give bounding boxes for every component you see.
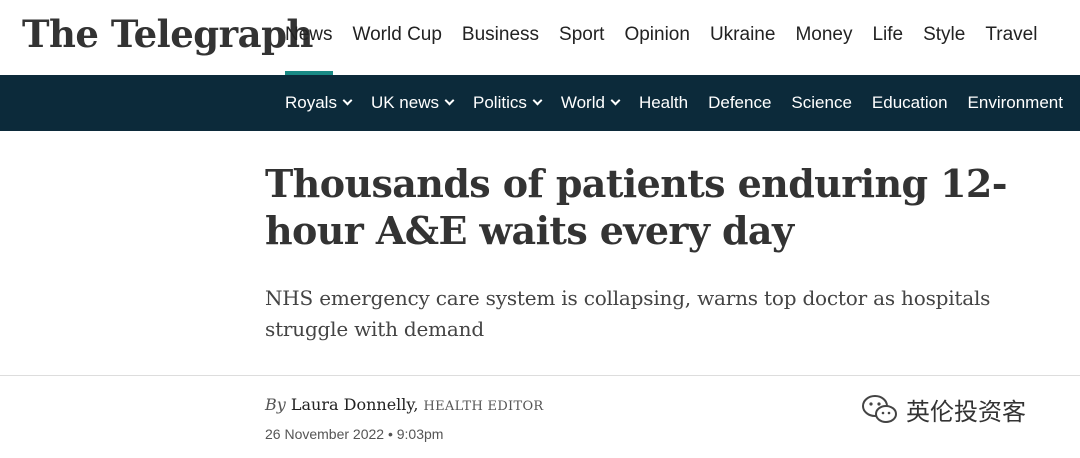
subnav-label: World (560, 93, 605, 112)
top-header: The Telegraph News World Cup Business Sp… (0, 0, 1080, 75)
nav-item-opinion[interactable]: Opinion (614, 0, 700, 75)
chevron-down-icon (444, 95, 455, 106)
chevron-down-icon (532, 95, 543, 106)
nav-item-money[interactable]: Money (785, 0, 862, 75)
author-role: HEALTH EDITOR (423, 399, 544, 414)
chevron-down-icon (610, 95, 621, 106)
subnav-label: Royals (285, 93, 337, 112)
subnav-item-uk-news[interactable]: UK news (361, 75, 463, 131)
byline-prefix: By (265, 395, 286, 414)
subnav-item-royals[interactable]: Royals (285, 75, 361, 131)
sub-nav-bar: Royals UK news Politics World Health Def… (0, 75, 1080, 131)
subnav-item-health[interactable]: Health (629, 75, 698, 131)
subnav-item-politics[interactable]: Politics (463, 75, 551, 131)
watermark: 英伦投资客 (860, 392, 1026, 427)
chevron-down-icon (342, 95, 353, 106)
nav-item-business[interactable]: Business (452, 0, 549, 75)
sub-nav: Royals UK news Politics World Health Def… (285, 75, 1073, 131)
nav-item-ukraine[interactable]: Ukraine (700, 0, 785, 75)
nav-item-news[interactable]: News (285, 0, 343, 75)
subnav-item-education[interactable]: Education (862, 75, 958, 131)
publish-date: 26 November 2022 • 9:03pm (265, 426, 444, 442)
nav-item-travel[interactable]: Travel (975, 0, 1047, 75)
subnav-label: Politics (473, 93, 527, 112)
nav-item-sport[interactable]: Sport (549, 0, 614, 75)
divider (0, 375, 1080, 376)
subnav-item-environment[interactable]: Environment (958, 75, 1073, 131)
nav-item-style[interactable]: Style (913, 0, 975, 75)
nav-item-life[interactable]: Life (862, 0, 913, 75)
byline: By Laura Donnelly, HEALTH EDITOR (265, 395, 544, 414)
article-headline: Thousands of patients enduring 12-hour A… (265, 161, 1008, 253)
main-nav: News World Cup Business Sport Opinion Uk… (285, 0, 1047, 75)
subnav-item-defence[interactable]: Defence (698, 75, 781, 131)
article-standfirst: NHS emergency care system is collapsing,… (265, 286, 991, 341)
wechat-icon (862, 394, 897, 423)
subnav-label: UK news (370, 93, 439, 112)
telegraph-logo[interactable]: The Telegraph (22, 12, 313, 56)
author-link[interactable]: Laura Donnelly, (291, 395, 419, 414)
watermark-text: 英伦投资客 (906, 398, 1026, 426)
subnav-item-science[interactable]: Science (781, 75, 861, 131)
nav-item-world-cup[interactable]: World Cup (343, 0, 452, 75)
subnav-item-world[interactable]: World (551, 75, 629, 131)
